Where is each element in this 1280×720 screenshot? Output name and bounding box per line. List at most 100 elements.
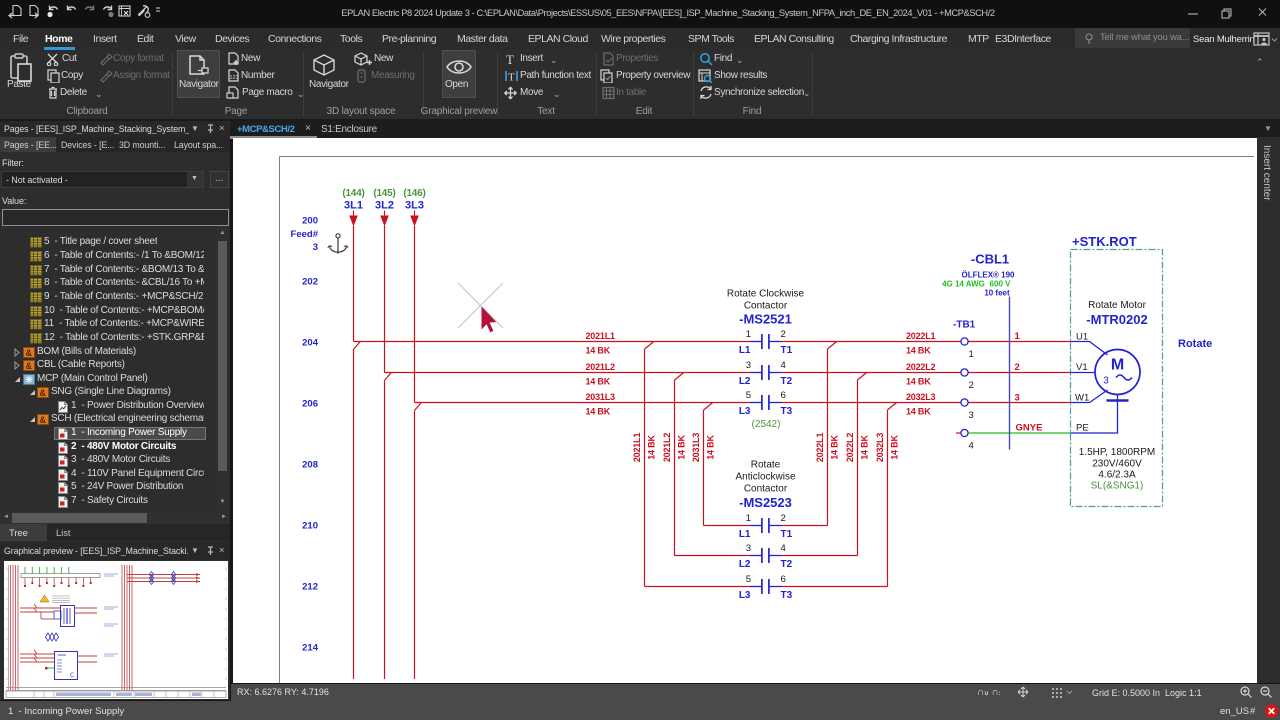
svg-text:(144): (144) xyxy=(342,188,364,199)
svg-text:2021L1: 2021L1 xyxy=(586,331,616,341)
svg-text:+STK.ROT: +STK.ROT xyxy=(1072,234,1137,249)
svg-text:L1: L1 xyxy=(739,345,751,356)
svg-text:T3: T3 xyxy=(781,590,793,601)
svg-text:T: T xyxy=(506,52,514,66)
svg-text:2032L3: 2032L3 xyxy=(906,392,936,402)
svg-text:3: 3 xyxy=(313,242,318,253)
svg-text:1: 1 xyxy=(1015,331,1021,342)
svg-text:2031L3: 2031L3 xyxy=(691,433,701,463)
svg-text:(2542): (2542) xyxy=(752,419,781,430)
svg-text:210: 210 xyxy=(302,521,318,532)
svg-text:212: 212 xyxy=(302,582,318,593)
svg-text:14 BK: 14 BK xyxy=(706,435,716,460)
svg-text:3: 3 xyxy=(1103,376,1109,387)
svg-text:3: 3 xyxy=(1015,393,1020,404)
svg-text:T3: T3 xyxy=(781,406,793,417)
svg-text:2022L2: 2022L2 xyxy=(845,433,855,463)
svg-text:123: 123 xyxy=(230,75,239,81)
svg-text:214: 214 xyxy=(302,643,319,654)
svg-text:&: & xyxy=(40,415,47,425)
svg-text:2021L2: 2021L2 xyxy=(586,362,616,372)
svg-text:PE: PE xyxy=(1076,423,1089,434)
svg-text:&: & xyxy=(40,388,47,398)
svg-text:Contactor: Contactor xyxy=(744,484,788,495)
svg-text:4: 4 xyxy=(781,543,786,554)
svg-text:Anticlockwise: Anticlockwise xyxy=(735,472,795,483)
svg-text:(146): (146) xyxy=(403,188,425,199)
svg-text:14 BK: 14 BK xyxy=(860,435,870,460)
svg-text:1.5HP, 1800RPM: 1.5HP, 1800RPM xyxy=(1079,447,1156,458)
svg-text:3L1: 3L1 xyxy=(344,200,363,212)
svg-text:14 BK: 14 BK xyxy=(890,435,900,460)
svg-text:10 feet: 10 feet xyxy=(984,289,1010,298)
svg-text:3L3: 3L3 xyxy=(405,200,424,212)
svg-text:206: 206 xyxy=(302,399,318,410)
svg-text:2: 2 xyxy=(1015,362,1020,373)
svg-text:200: 200 xyxy=(302,216,318,227)
svg-text:M: M xyxy=(1111,357,1124,374)
svg-text:4G 14 AWG: 4G 14 AWG xyxy=(942,280,985,289)
svg-text:2022L2: 2022L2 xyxy=(906,362,936,372)
svg-text:2021L1: 2021L1 xyxy=(632,433,642,463)
svg-text:14 BK: 14 BK xyxy=(677,435,687,460)
svg-text:-CBL1: -CBL1 xyxy=(971,252,1009,267)
svg-text:1: 1 xyxy=(969,349,974,360)
svg-text:-MTR0202: -MTR0202 xyxy=(1086,312,1147,327)
svg-text:GNYE: GNYE xyxy=(1016,423,1043,434)
svg-text:14 BK: 14 BK xyxy=(586,346,611,356)
svg-text:L3: L3 xyxy=(739,406,751,417)
svg-text:Contactor: Contactor xyxy=(744,301,788,312)
svg-text:4: 4 xyxy=(969,441,974,452)
svg-text:1: 1 xyxy=(746,329,751,340)
svg-text:14 BK: 14 BK xyxy=(830,435,840,460)
svg-text:ÖLFLEX® 190: ÖLFLEX® 190 xyxy=(961,271,1015,280)
svg-text:5: 5 xyxy=(746,574,751,585)
svg-text:L2: L2 xyxy=(739,376,751,387)
svg-text:3: 3 xyxy=(969,410,974,421)
svg-text:14 BK: 14 BK xyxy=(906,407,931,417)
svg-text:L1: L1 xyxy=(739,529,751,540)
svg-text:2022L1: 2022L1 xyxy=(815,433,825,463)
svg-text:Rotate Motor: Rotate Motor xyxy=(1088,300,1146,311)
svg-text:14 BK: 14 BK xyxy=(906,346,931,356)
svg-text:2031L3: 2031L3 xyxy=(586,392,616,402)
svg-text:2: 2 xyxy=(781,329,786,340)
svg-text:&: & xyxy=(26,361,33,371)
svg-text:Ⅽ: Ⅽ xyxy=(70,673,74,679)
svg-text:W1: W1 xyxy=(1075,393,1089,404)
svg-text:L2: L2 xyxy=(739,559,751,570)
svg-text:3: 3 xyxy=(746,360,751,371)
svg-text:T2: T2 xyxy=(781,559,793,570)
svg-text:T1: T1 xyxy=(781,529,793,540)
svg-text:&: & xyxy=(26,348,33,358)
svg-text:14 BK: 14 BK xyxy=(906,377,931,387)
svg-text:T: T xyxy=(508,72,515,84)
svg-text:V1: V1 xyxy=(1076,362,1088,373)
svg-text:L3: L3 xyxy=(739,590,751,601)
svg-text:2021L2: 2021L2 xyxy=(662,433,672,463)
svg-text:14 BK: 14 BK xyxy=(647,435,657,460)
svg-text:208: 208 xyxy=(302,460,318,471)
svg-text:2: 2 xyxy=(781,513,786,524)
svg-text:2032L3: 2032L3 xyxy=(875,433,885,463)
svg-text:14 BK: 14 BK xyxy=(586,377,611,387)
svg-text:6: 6 xyxy=(781,390,786,401)
svg-text:600 V: 600 V xyxy=(990,280,1012,289)
svg-text:-MS2521: -MS2521 xyxy=(739,312,792,327)
svg-text:202: 202 xyxy=(302,277,318,288)
svg-text:6: 6 xyxy=(781,574,786,585)
svg-text:14 BK: 14 BK xyxy=(586,407,611,417)
svg-text:2022L1: 2022L1 xyxy=(906,331,936,341)
svg-text:5: 5 xyxy=(746,390,751,401)
svg-text:Rotate Clockwise: Rotate Clockwise xyxy=(727,289,805,300)
svg-text:-MS2523: -MS2523 xyxy=(739,495,792,510)
svg-text:-TB1: -TB1 xyxy=(953,320,976,331)
svg-text:3: 3 xyxy=(746,543,751,554)
svg-text:4.6/2.3A: 4.6/2.3A xyxy=(1098,470,1136,481)
svg-text:230V/460V: 230V/460V xyxy=(1092,459,1142,470)
svg-text:2: 2 xyxy=(969,380,974,391)
svg-text:SL(&SNG1): SL(&SNG1) xyxy=(1091,481,1144,492)
svg-text:1: 1 xyxy=(746,513,751,524)
svg-text:U1: U1 xyxy=(1076,332,1088,343)
svg-text:4: 4 xyxy=(781,360,786,371)
